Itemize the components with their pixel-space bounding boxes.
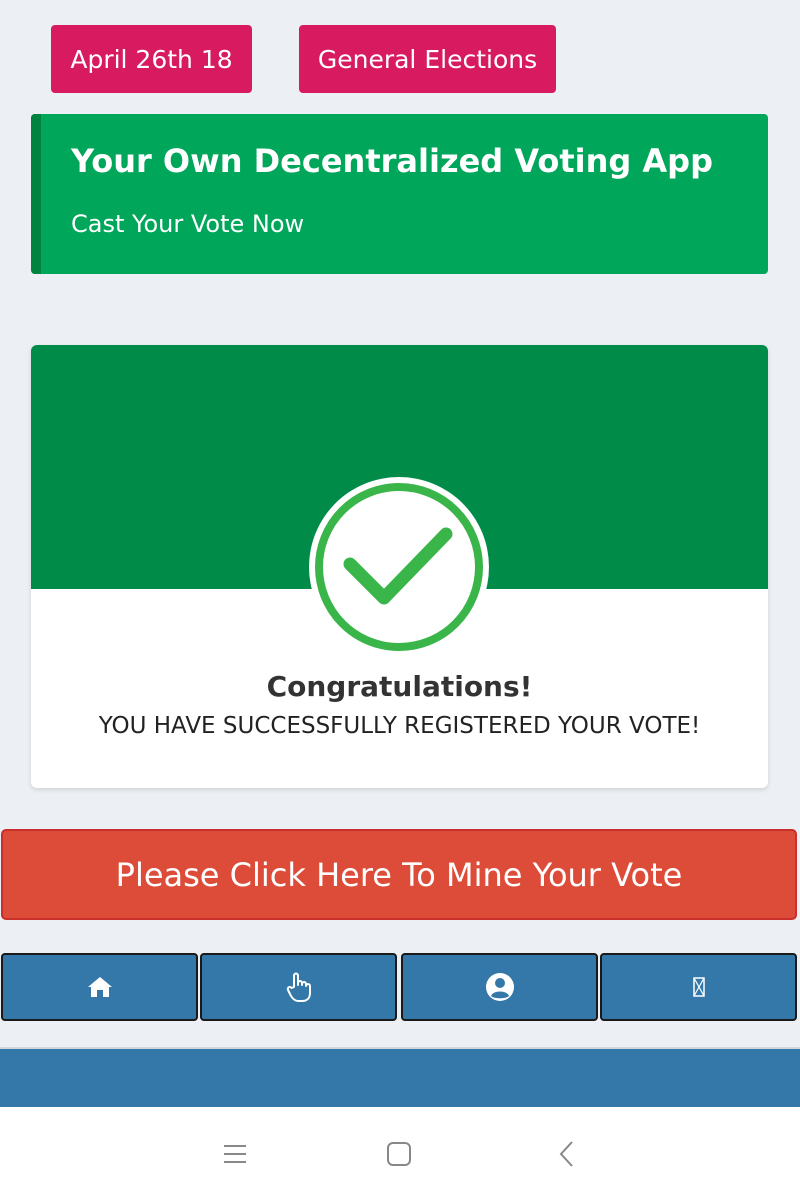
- nav-profile-button[interactable]: [401, 953, 598, 1021]
- system-navigation-bar: [0, 1107, 800, 1200]
- election-button[interactable]: General Elections: [299, 25, 556, 93]
- congrats-heading: Congratulations!: [266, 670, 533, 703]
- nav-vote-button[interactable]: [200, 953, 397, 1021]
- date-button[interactable]: April 26th 18: [51, 25, 252, 93]
- back-chevron-icon[interactable]: [552, 1139, 582, 1169]
- home-square-icon[interactable]: [384, 1139, 414, 1169]
- success-message: YOU HAVE SUCCESSFULLY REGISTERED YOUR VO…: [98, 713, 701, 739]
- banner-title: Your Own Decentralized Voting App: [71, 142, 713, 180]
- mine-vote-button[interactable]: Please Click Here To Mine Your Vote: [1, 829, 797, 920]
- election-button-label: General Elections: [317, 44, 538, 74]
- menu-icon[interactable]: [220, 1139, 250, 1169]
- banner-subtitle: Cast Your Vote Now: [71, 210, 305, 238]
- success-card: Congratulations! YOU HAVE SUCCESSFULLY R…: [31, 345, 768, 788]
- pointer-hand-icon: [286, 972, 311, 1002]
- check-circle-icon: [309, 477, 489, 657]
- date-button-label: April 26th 18: [70, 44, 233, 74]
- nav-more-button[interactable]: [600, 953, 797, 1021]
- missing-glyph-icon: [692, 977, 705, 997]
- mine-vote-label: Please Click Here To Mine Your Vote: [115, 855, 683, 894]
- app-banner: Your Own Decentralized Voting App Cast Y…: [31, 114, 768, 274]
- nav-home-button[interactable]: [1, 953, 198, 1021]
- banner-accent: [31, 114, 41, 274]
- user-circle-icon: [485, 973, 514, 1001]
- home-icon: [87, 977, 112, 997]
- footer-bar: [0, 1047, 800, 1109]
